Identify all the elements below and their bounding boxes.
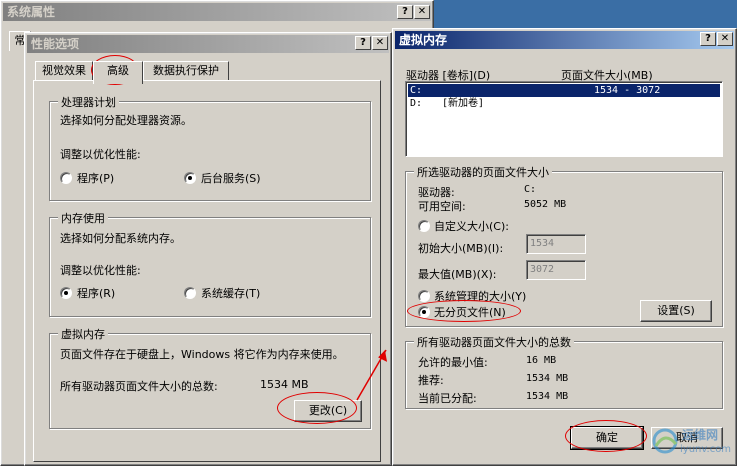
drive-size: 1534 - 3072 xyxy=(594,85,661,96)
processor-desc: 选择如何分配处理器资源。 xyxy=(60,114,192,127)
radio-programs-memory-label[interactable]: 程序(R) xyxy=(77,285,115,301)
max-size-input[interactable]: 3072 xyxy=(526,260,586,280)
radio-dot xyxy=(188,176,192,180)
close-button[interactable]: ✕ xyxy=(372,36,388,50)
performance-options-titlebar[interactable]: 性能选项 xyxy=(27,35,389,53)
virtual-memory-desc: 页面文件存在于硬盘上，Windows 将它作为内存来使用。 xyxy=(60,348,344,361)
paging-total-label: 所有驱动器页面文件大小的总数: xyxy=(60,380,218,393)
change-button-label: 更改(C) xyxy=(308,404,348,417)
radio-system-cache[interactable] xyxy=(184,287,196,299)
totals-legend: 所有驱动器页面文件大小的总数 xyxy=(414,334,574,350)
initial-size-value: 1534 xyxy=(530,238,555,249)
tab-visual-effects[interactable]: 视觉效果 xyxy=(35,61,93,81)
advanced-tab-panel: 处理器计划 选择如何分配处理器资源。 调整以优化性能: 程序(P) 后台服务(S… xyxy=(33,80,381,462)
drive-volume-label: [新加卷] xyxy=(442,98,485,109)
radio-custom-size[interactable] xyxy=(418,220,430,232)
max-size-label: 最大值(MB)(X): xyxy=(418,268,497,281)
ok-button[interactable]: 确定 xyxy=(570,426,644,450)
set-button-label: 设置(S) xyxy=(657,304,695,317)
watermark: 运维网 iyunv.com xyxy=(650,422,736,462)
drive-letter: D: xyxy=(410,98,423,109)
max-size-value: 3072 xyxy=(530,264,555,275)
close-button[interactable]: ✕ xyxy=(717,32,733,46)
virtual-memory-titlebar[interactable]: 虚拟内存 xyxy=(395,31,734,49)
tab-visual-effects-label: 视觉效果 xyxy=(42,64,86,77)
watermark-line2: iyunv.com xyxy=(680,444,732,455)
tab-advanced-label: 高级 xyxy=(107,64,129,77)
virtual-memory-window: 虚拟内存 ? ✕ 驱动器 [卷标](D) 页面文件大小(MB) C: 1534 … xyxy=(392,28,737,466)
watermark-line1: 运维网 xyxy=(682,428,719,442)
drive-value: C: xyxy=(524,184,537,195)
min-allowed-label: 允许的最小值: xyxy=(418,356,488,369)
memory-usage-group: 内存使用 选择如何分配系统内存。 调整以优化性能: 程序(R) 系统缓存(T) xyxy=(49,210,371,317)
system-properties-titlebar[interactable]: 系统属性 xyxy=(3,3,431,21)
radio-no-paging-file[interactable] xyxy=(418,306,430,318)
help-button[interactable]: ? xyxy=(700,32,716,46)
drive-row-d[interactable]: D: [新加卷] xyxy=(408,97,720,110)
paging-total-value: 1534 MB xyxy=(260,378,309,391)
totals-group: 所有驱动器页面文件大小的总数 允许的最小值: 16 MB 推荐: 1534 MB… xyxy=(405,334,723,409)
drive-letter: C: xyxy=(410,85,423,96)
free-space-label: 可用空间: xyxy=(418,200,466,213)
radio-programs-processor[interactable] xyxy=(60,172,72,184)
selected-drive-legend: 所选驱动器的页面文件大小 xyxy=(414,164,552,180)
set-button[interactable]: 设置(S) xyxy=(640,300,712,322)
processor-adjust-label: 调整以优化性能: xyxy=(60,148,141,161)
change-button[interactable]: 更改(C) xyxy=(294,400,362,422)
initial-size-label: 初始大小(MB)(I): xyxy=(418,242,504,255)
performance-options-title: 性能选项 xyxy=(31,37,80,51)
tab-dep[interactable]: 数据执行保护 xyxy=(143,61,229,81)
virtual-memory-group: 虚拟内存 页面文件存在于硬盘上，Windows 将它作为内存来使用。 所有驱动器… xyxy=(49,326,371,429)
memory-desc: 选择如何分配系统内存。 xyxy=(60,232,181,245)
drive-list[interactable]: C: 1534 - 3072 D: [新加卷] xyxy=(405,81,723,157)
radio-no-paging-file-label[interactable]: 无分页文件(N) xyxy=(434,304,506,320)
radio-programs-processor-label[interactable]: 程序(P) xyxy=(77,170,114,186)
min-allowed-value: 16 MB xyxy=(526,355,557,366)
radio-background-services-label[interactable]: 后台服务(S) xyxy=(201,170,261,186)
help-button[interactable]: ? xyxy=(397,5,413,19)
tab-dep-label: 数据执行保护 xyxy=(153,64,219,77)
processor-scheduling-legend: 处理器计划 xyxy=(58,94,119,110)
drive-row-c[interactable]: C: 1534 - 3072 xyxy=(408,84,720,97)
system-properties-title: 系统属性 xyxy=(7,5,56,19)
recommended-value: 1534 MB xyxy=(526,373,569,384)
selected-drive-group: 所选驱动器的页面文件大小 驱动器: C: 可用空间: 5052 MB 自定义大小… xyxy=(405,164,723,327)
ok-button-label: 确定 xyxy=(596,431,618,444)
currently-allocated-value: 1534 MB xyxy=(526,391,569,402)
virtual-memory-legend: 虚拟内存 xyxy=(58,326,108,342)
processor-scheduling-group: 处理器计划 选择如何分配处理器资源。 调整以优化性能: 程序(P) 后台服务(S… xyxy=(49,94,371,201)
radio-programs-memory[interactable] xyxy=(60,287,72,299)
radio-system-cache-label[interactable]: 系统缓存(T) xyxy=(201,285,260,301)
tab-advanced[interactable]: 高级 xyxy=(93,61,143,84)
currently-allocated-label: 当前已分配: xyxy=(418,392,477,405)
help-button[interactable]: ? xyxy=(355,36,371,50)
radio-dot xyxy=(64,291,68,295)
memory-usage-legend: 内存使用 xyxy=(58,210,108,226)
recommended-label: 推荐: xyxy=(418,374,444,387)
radio-system-managed-label[interactable]: 系统管理的大小(Y) xyxy=(434,288,526,304)
watermark-logo-icon xyxy=(652,428,678,454)
radio-background-services[interactable] xyxy=(184,172,196,184)
radio-system-managed[interactable] xyxy=(418,290,430,302)
radio-dot xyxy=(422,310,426,314)
virtual-memory-title: 虚拟内存 xyxy=(399,33,448,47)
close-button[interactable]: ✕ xyxy=(414,5,430,19)
memory-adjust-label: 调整以优化性能: xyxy=(60,264,141,277)
initial-size-input[interactable]: 1534 xyxy=(526,234,586,254)
free-space-value: 5052 MB xyxy=(524,199,567,210)
performance-options-window: 性能选项 ? ✕ 视觉效果 高级 数据执行保护 处理器计划 选择如何分配处理器资… xyxy=(24,32,392,466)
radio-custom-size-label[interactable]: 自定义大小(C): xyxy=(434,218,509,234)
